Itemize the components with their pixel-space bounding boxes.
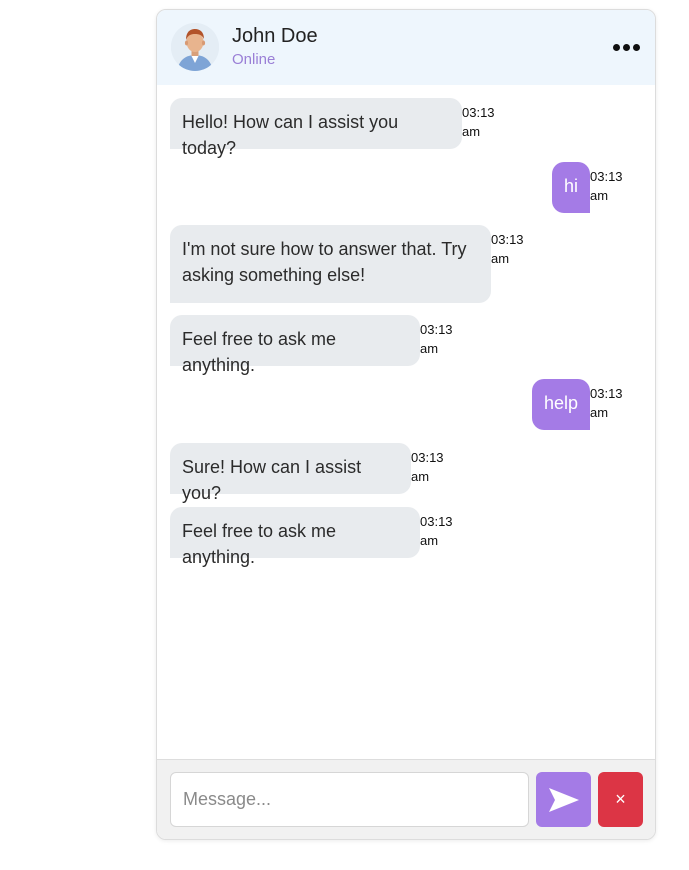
status-text: Online [232, 51, 276, 68]
message-bubble: I'm not sure how to answer that. Try ask… [170, 225, 491, 303]
person-avatar-icon [171, 23, 219, 71]
message-time: 03:13 am [420, 514, 453, 548]
message-bubble: help [532, 379, 590, 430]
contact-name: John Doe [232, 25, 318, 47]
chat-window: John Doe Online Hello! How can I assist … [156, 9, 656, 840]
message-bubble: Hello! How can I assist you today? [170, 98, 462, 158]
message-bubble: Feel free to ask me anything. [170, 315, 420, 375]
message-time: 03:13 am [590, 169, 623, 203]
chat-header: John Doe Online [157, 10, 655, 85]
message-time: 03:13 am [491, 232, 524, 266]
message-bubble: hi [552, 162, 590, 213]
more-options-icon[interactable] [609, 36, 645, 58]
avatar [171, 23, 219, 71]
message-bubble: Sure! How can I assist you? [170, 443, 411, 503]
close-button[interactable]: × [598, 772, 643, 827]
send-button[interactable] [536, 772, 591, 827]
message-list: Hello! How can I assist you today? 03:13… [157, 85, 655, 759]
message-input[interactable] [170, 772, 529, 827]
message-bubble: Feel free to ask me anything. [170, 507, 420, 567]
message-time: 03:13 am [462, 105, 495, 139]
message-time: 03:13 am [411, 450, 444, 484]
send-icon [549, 788, 579, 812]
message-time: 03:13 am [420, 322, 453, 356]
composer: × [157, 759, 655, 839]
message-time: 03:13 am [590, 386, 623, 420]
